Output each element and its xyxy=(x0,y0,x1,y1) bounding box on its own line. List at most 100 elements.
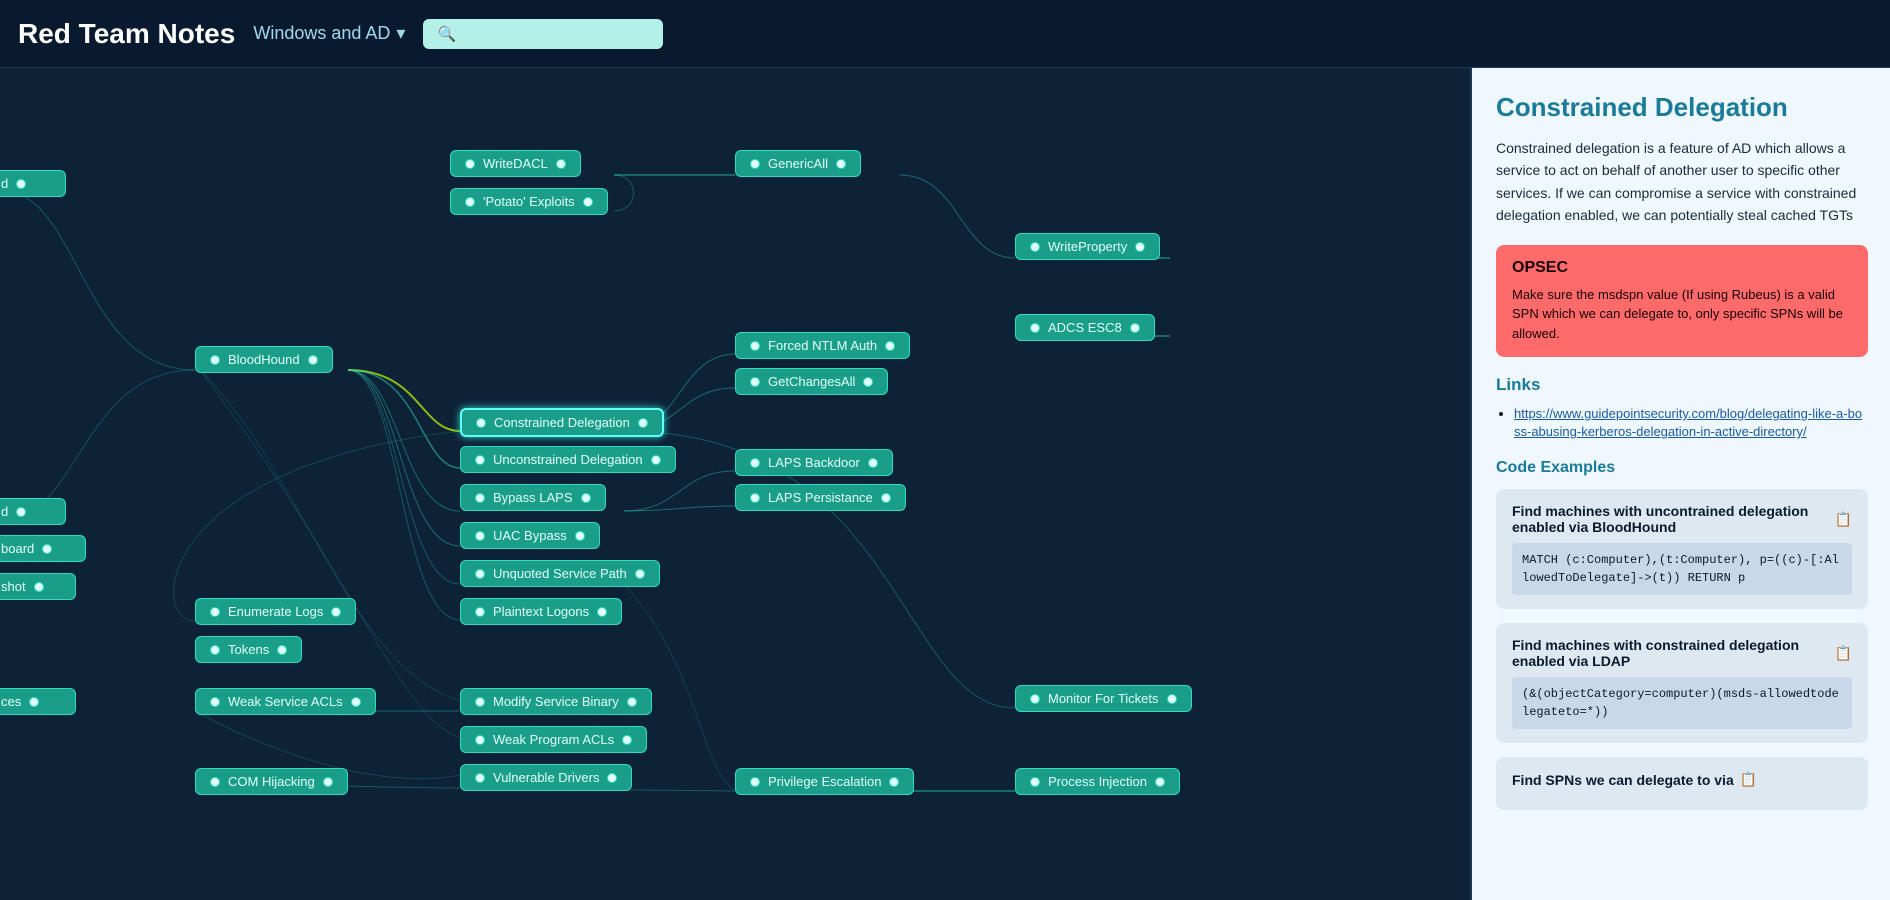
node-com-hijacking[interactable]: COM Hijacking xyxy=(195,768,348,795)
link-1[interactable]: https://www.guidepointsecurity.com/blog/… xyxy=(1514,406,1862,439)
node-modify-service[interactable]: Modify Service Binary xyxy=(460,688,652,715)
partial-node-3-label: board xyxy=(1,541,34,556)
node-unquoted-service[interactable]: Unquoted Service Path xyxy=(460,560,660,587)
node-genericall-dot-right xyxy=(836,159,846,169)
partial-node-3-dot xyxy=(42,544,52,554)
node-monitor-tickets[interactable]: Monitor For Tickets xyxy=(1015,685,1192,712)
node-laps-persistance-dot-left xyxy=(750,493,760,503)
partial-node-5[interactable]: ces xyxy=(0,688,76,715)
code-block-1[interactable]: MATCH (c:Computer),(t:Computer), p=((c)-… xyxy=(1512,543,1852,595)
node-tokens-dot-right xyxy=(277,645,287,655)
node-enumerate-logs[interactable]: Enumerate Logs xyxy=(195,598,356,625)
node-potato-dot-left xyxy=(465,197,475,207)
node-forced-ntlm[interactable]: Forced NTLM Auth xyxy=(735,332,910,359)
code-block-2[interactable]: (&(objectCategory=computer)(msds-allowed… xyxy=(1512,677,1852,729)
node-potato[interactable]: 'Potato' Exploits xyxy=(450,188,608,215)
node-bypass-laps[interactable]: Bypass LAPS xyxy=(460,484,606,511)
node-laps-backdoor-dot-left xyxy=(750,458,760,468)
node-process-injection-dot-right xyxy=(1155,777,1165,787)
partial-node-right-1-dot-right xyxy=(1135,242,1145,252)
node-unquoted-service-dot-right xyxy=(635,569,645,579)
partial-node-2-label: d xyxy=(1,504,8,519)
node-weak-service-acls-label: Weak Service ACLs xyxy=(228,694,343,709)
node-vulnerable-drivers[interactable]: Vulnerable Drivers xyxy=(460,764,632,791)
node-writedacl[interactable]: WriteDACL xyxy=(450,150,581,177)
node-weak-program-acls-dot-left xyxy=(475,735,485,745)
node-vulnerable-drivers-dot-left xyxy=(475,773,485,783)
node-genericall[interactable]: GenericAll xyxy=(735,150,861,177)
copy-icon-3[interactable]: 📋 xyxy=(1740,771,1757,788)
graph-canvas[interactable]: d d board shot ces WriteProperty ADCS ES… xyxy=(0,68,1470,900)
node-privilege-escalation[interactable]: Privilege Escalation xyxy=(735,768,914,795)
partial-node-right-1-label: WriteProperty xyxy=(1048,239,1127,254)
node-writedacl-label: WriteDACL xyxy=(483,156,548,171)
node-writedacl-dot-left xyxy=(465,159,475,169)
node-laps-backdoor-label: LAPS Backdoor xyxy=(768,455,860,470)
node-plaintext-logons[interactable]: Plaintext Logons xyxy=(460,598,622,625)
node-process-injection[interactable]: Process Injection xyxy=(1015,768,1180,795)
links-list: https://www.guidepointsecurity.com/blog/… xyxy=(1514,405,1868,441)
search-bar[interactable]: 🔍 xyxy=(423,19,663,49)
right-panel: Constrained Delegation Constrained deleg… xyxy=(1470,68,1890,900)
node-potato-label: 'Potato' Exploits xyxy=(483,194,575,209)
node-tokens-dot-left xyxy=(210,645,220,655)
partial-node-right-2-dot-left xyxy=(1030,323,1040,333)
node-laps-backdoor-dot-right xyxy=(868,458,878,468)
node-process-injection-dot-left xyxy=(1030,777,1040,787)
node-unquoted-service-dot-left xyxy=(475,569,485,579)
partial-node-3[interactable]: board xyxy=(0,535,86,562)
partial-node-right-1-dot-left xyxy=(1030,242,1040,252)
node-uac-bypass-dot-right xyxy=(575,531,585,541)
node-constrained-del[interactable]: Constrained Delegation xyxy=(460,408,664,437)
node-unconstrained-del-label: Unconstrained Delegation xyxy=(493,452,643,467)
node-privilege-escalation-label: Privilege Escalation xyxy=(768,774,881,789)
partial-node-1[interactable]: d xyxy=(0,170,66,197)
node-unconstrained-del-dot-right xyxy=(651,455,661,465)
partial-node-right-2-dot-right xyxy=(1130,323,1140,333)
node-plaintext-logons-dot-left xyxy=(475,607,485,617)
code-card-2: Find machines with constrained delegatio… xyxy=(1496,623,1868,743)
node-weak-service-acls-dot-left xyxy=(210,697,220,707)
node-weak-program-acls[interactable]: Weak Program ACLs xyxy=(460,726,647,753)
node-constrained-del-dot-left xyxy=(476,418,486,428)
nav-dropdown[interactable]: Windows and AD ▾ xyxy=(253,23,405,44)
node-uac-bypass[interactable]: UAC Bypass xyxy=(460,522,600,549)
search-input[interactable] xyxy=(464,25,649,42)
node-bypass-laps-dot-right xyxy=(581,493,591,503)
node-vulnerable-drivers-label: Vulnerable Drivers xyxy=(493,770,599,785)
copy-icon-1[interactable]: 📋 xyxy=(1835,511,1852,528)
node-weak-program-acls-label: Weak Program ACLs xyxy=(493,732,614,747)
code-card-3-title-text: Find SPNs we can delegate to via xyxy=(1512,772,1734,788)
partial-node-4[interactable]: shot xyxy=(0,573,76,600)
node-monitor-tickets-dot-right xyxy=(1167,694,1177,704)
node-com-hijacking-label: COM Hijacking xyxy=(228,774,315,789)
code-card-1: Find machines with uncontrained delegati… xyxy=(1496,489,1868,609)
opsec-box: OPSEC Make sure the msdspn value (If usi… xyxy=(1496,245,1868,358)
node-process-injection-label: Process Injection xyxy=(1048,774,1147,789)
node-unconstrained-del[interactable]: Unconstrained Delegation xyxy=(460,446,676,473)
node-enumerate-logs-label: Enumerate Logs xyxy=(228,604,323,619)
node-laps-persistance[interactable]: LAPS Persistance xyxy=(735,484,906,511)
node-weak-service-acls[interactable]: Weak Service ACLs xyxy=(195,688,376,715)
node-genericall-label: GenericAll xyxy=(768,156,828,171)
partial-node-right-2[interactable]: ADCS ESC8 xyxy=(1015,314,1155,341)
partial-node-right-1[interactable]: WriteProperty xyxy=(1015,233,1160,260)
node-monitor-tickets-label: Monitor For Tickets xyxy=(1048,691,1159,706)
copy-icon-2[interactable]: 📋 xyxy=(1835,645,1852,662)
partial-node-right-2-label: ADCS ESC8 xyxy=(1048,320,1122,335)
code-card-3: Find SPNs we can delegate to via 📋 xyxy=(1496,757,1868,810)
node-potato-dot-right xyxy=(583,197,593,207)
node-bloodhound-dot-right xyxy=(308,355,318,365)
node-getchangesall-dot-left xyxy=(750,377,760,387)
node-tokens[interactable]: Tokens xyxy=(195,636,302,663)
node-bloodhound[interactable]: BloodHound xyxy=(195,346,333,373)
node-getchangesall[interactable]: GetChangesAll xyxy=(735,368,888,395)
code-card-1-title-text: Find machines with uncontrained delegati… xyxy=(1512,503,1829,535)
partial-node-2[interactable]: d xyxy=(0,498,66,525)
node-laps-backdoor[interactable]: LAPS Backdoor xyxy=(735,449,893,476)
code-section-title: Code Examples xyxy=(1496,459,1868,477)
opsec-title: OPSEC xyxy=(1512,259,1852,277)
node-enumerate-logs-dot-right xyxy=(331,607,341,617)
links-section-title: Links xyxy=(1496,375,1868,395)
node-laps-persistance-dot-right xyxy=(881,493,891,503)
